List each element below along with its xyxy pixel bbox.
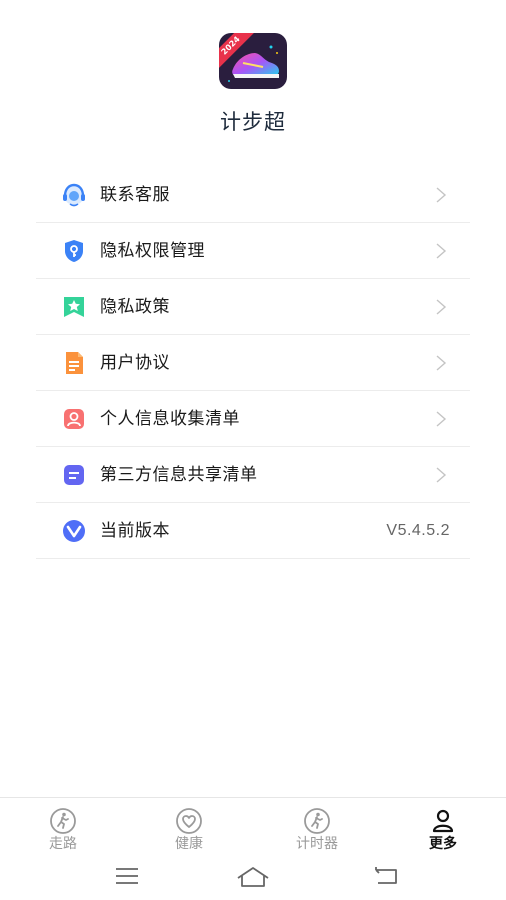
menu-item-label: 用户协议 bbox=[100, 353, 170, 373]
tab-label: 走路 bbox=[49, 836, 77, 852]
chevron-right-icon bbox=[434, 186, 448, 204]
chevron-right-icon bbox=[434, 242, 448, 260]
chevron-right-icon bbox=[434, 354, 448, 372]
user-card-icon bbox=[61, 406, 87, 432]
version-number: V5.4.5.2 bbox=[386, 522, 450, 539]
document-icon bbox=[61, 350, 87, 376]
version-v-icon bbox=[61, 518, 87, 544]
home-icon[interactable] bbox=[236, 866, 270, 888]
heart-icon bbox=[176, 808, 202, 834]
menu-item-label: 当前版本 bbox=[100, 521, 170, 541]
menu-item-personal-info-list[interactable]: 个人信息收集清单 bbox=[36, 391, 470, 447]
chevron-right-icon bbox=[434, 466, 448, 484]
menu-item-label: 隐私权限管理 bbox=[100, 241, 205, 261]
bottom-tab-bar: 走路 健康 计时器 更多 bbox=[0, 797, 506, 857]
tab-label: 健康 bbox=[175, 836, 203, 852]
menu-item-current-version[interactable]: 当前版本 V5.4.5.2 bbox=[36, 503, 470, 559]
menu-item-privacy-permissions[interactable]: 隐私权限管理 bbox=[36, 223, 470, 279]
tab-walk[interactable]: 走路 bbox=[0, 798, 126, 858]
tab-timer[interactable]: 计时器 bbox=[254, 798, 380, 858]
menu-item-customer-service[interactable]: 联系客服 bbox=[36, 167, 470, 223]
menu-item-user-agreement[interactable]: 用户协议 bbox=[36, 335, 470, 391]
list-card-icon bbox=[61, 462, 87, 488]
shield-key-icon bbox=[61, 238, 87, 264]
tab-more[interactable]: 更多 bbox=[380, 798, 506, 858]
system-navigation-bar bbox=[0, 857, 506, 900]
chevron-right-icon bbox=[434, 298, 448, 316]
star-bookmark-icon bbox=[61, 294, 87, 320]
headset-icon bbox=[61, 182, 87, 208]
menu-item-label: 第三方信息共享清单 bbox=[100, 465, 258, 485]
tab-label: 计时器 bbox=[296, 836, 338, 852]
menu-icon[interactable] bbox=[114, 866, 140, 886]
menu-item-privacy-policy[interactable]: 隐私政策 bbox=[36, 279, 470, 335]
app-header: 2024 计步超 bbox=[0, 0, 506, 160]
back-icon[interactable] bbox=[372, 866, 400, 886]
chevron-right-icon bbox=[434, 410, 448, 428]
walking-icon bbox=[50, 808, 76, 834]
app-title: 计步超 bbox=[220, 110, 286, 134]
menu-item-label: 个人信息收集清单 bbox=[100, 409, 240, 429]
app-logo-icon: 2024 bbox=[219, 33, 287, 89]
tab-label: 更多 bbox=[429, 836, 457, 852]
menu-item-label: 联系客服 bbox=[100, 185, 170, 205]
walking-icon bbox=[304, 808, 330, 834]
menu-item-third-party-sharing[interactable]: 第三方信息共享清单 bbox=[36, 447, 470, 503]
tab-health[interactable]: 健康 bbox=[126, 798, 252, 858]
settings-menu: 联系客服 隐私权限管理 隐私政策 用户协议 个人信息收集清单 第三方信息共享清单… bbox=[36, 167, 470, 559]
menu-item-label: 隐私政策 bbox=[100, 297, 170, 317]
person-icon bbox=[432, 809, 454, 833]
